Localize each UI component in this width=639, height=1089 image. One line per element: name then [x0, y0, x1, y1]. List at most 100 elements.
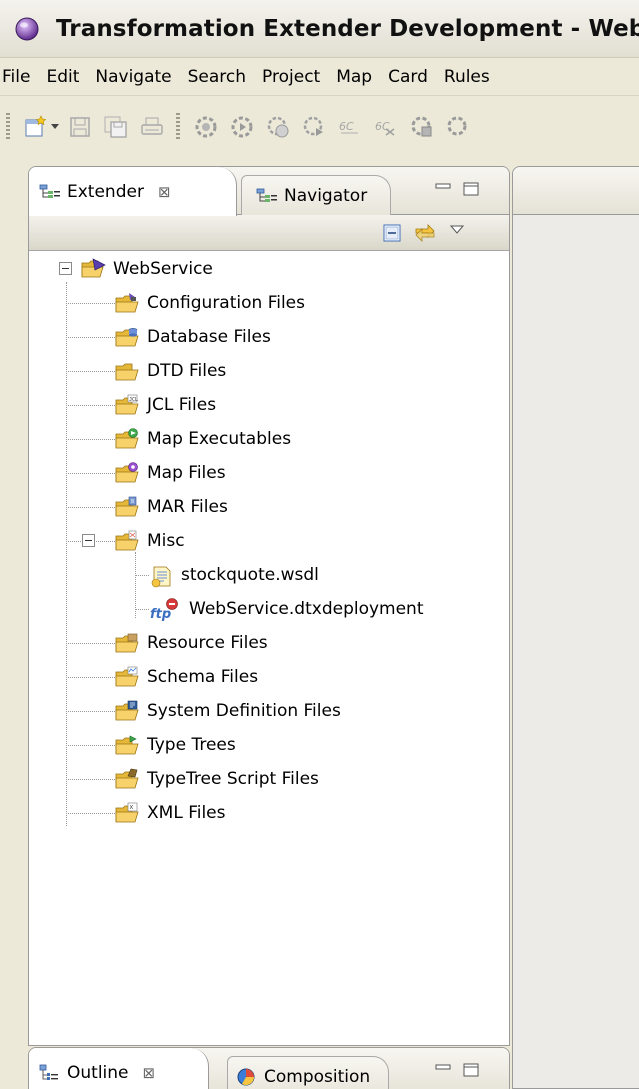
tree-item-label: MAR Files	[147, 497, 228, 517]
menu-navigate[interactable]: Navigate	[87, 67, 179, 87]
minimize-icon[interactable]	[434, 1062, 452, 1078]
tree-row-folder[interactable]: System Definition Files	[115, 694, 341, 728]
tree-row-folder[interactable]: MAR Files	[115, 490, 228, 524]
maximize-icon[interactable]	[462, 1062, 480, 1078]
save-all-icon[interactable]	[103, 114, 129, 140]
tree-row-folder[interactable]: Type Trees	[115, 728, 236, 762]
outline-view-controls	[434, 1062, 480, 1078]
tree-row-folder[interactable]: X XML Files	[115, 796, 226, 830]
tab-composition[interactable]: Composition	[227, 1056, 389, 1089]
tree-guide	[66, 303, 115, 304]
project-tree: WebService Configuration Files Database …	[29, 252, 509, 1045]
map-files-folder-icon	[115, 462, 141, 484]
minimize-icon[interactable]	[434, 181, 452, 197]
run-map-icon[interactable]	[229, 114, 255, 140]
menu-card[interactable]: Card	[380, 67, 436, 87]
tree-row-folder[interactable]: Resource Files	[115, 626, 268, 660]
tree-row-folder[interactable]: TypeTree Script Files	[115, 762, 319, 796]
compare-icon[interactable]: 6C	[337, 114, 363, 140]
tab-extender[interactable]: Extender ⊠	[29, 167, 237, 216]
maximize-icon[interactable]	[462, 181, 480, 197]
tree-item-label: Misc	[147, 531, 185, 551]
collapse-misc-icon[interactable]	[82, 534, 95, 547]
collapse-root-icon[interactable]	[59, 262, 72, 275]
tree-guide	[66, 371, 115, 372]
type-tree-folder-icon	[115, 734, 141, 756]
project-folder-icon	[81, 258, 107, 280]
editor-area[interactable]	[512, 166, 639, 1089]
tree-row-folder[interactable]: Misc	[115, 524, 185, 558]
tree-guide	[66, 473, 115, 474]
close-icon[interactable]: ⊠	[158, 183, 174, 201]
tree-row-file[interactable]: stockquote.wsdl	[149, 558, 319, 592]
menu-file[interactable]: File	[0, 67, 38, 87]
tree-row-folder[interactable]: Map Files	[115, 456, 226, 490]
wsdl-file-icon	[149, 564, 175, 588]
svg-text:6C: 6C	[339, 120, 354, 133]
typetree-script-folder-icon	[115, 768, 141, 790]
view-menu-icon[interactable]	[450, 225, 464, 235]
tab-navigator-label: Navigator	[284, 185, 368, 206]
tree-row-project[interactable]: WebService	[81, 252, 213, 286]
tree-guide	[66, 439, 115, 440]
tree-item-label: System Definition Files	[147, 701, 341, 721]
folder-icon	[115, 360, 141, 382]
tree-item-label: XML Files	[147, 803, 226, 823]
tab-outline[interactable]: Outline ⊠	[29, 1048, 209, 1089]
print-icon[interactable]	[139, 114, 165, 140]
tree-row-folder[interactable]: JCL JCL Files	[115, 388, 216, 422]
extender-tab-strip: Extender ⊠ Navigator	[29, 167, 509, 216]
tree-guide	[66, 711, 115, 712]
menu-project[interactable]: Project	[254, 67, 328, 87]
tab-outline-label: Outline	[67, 1062, 129, 1083]
tree-guide	[66, 643, 115, 644]
new-dropdown-icon[interactable]	[51, 124, 59, 130]
tree-row-folder[interactable]: Schema Files	[115, 660, 258, 694]
svg-text:JCL: JCL	[129, 397, 138, 403]
menu-rules[interactable]: Rules	[436, 67, 498, 87]
tree-row-folder[interactable]: Map Executables	[115, 422, 291, 456]
tree-row-folder[interactable]: Configuration Files	[115, 286, 305, 320]
tree-guide	[66, 337, 115, 338]
title-bar[interactable]: Transformation Extender Development - We…	[0, 0, 639, 58]
ftp-deployment-icon: ftp	[149, 598, 183, 622]
new-wizard-icon[interactable]	[23, 114, 49, 140]
tab-navigator[interactable]: Navigator	[241, 175, 391, 215]
system-definition-folder-icon	[115, 700, 141, 722]
link-with-editor-icon[interactable]	[413, 221, 437, 245]
build-all-icon[interactable]	[265, 114, 291, 140]
tree-item-label: Configuration Files	[147, 293, 305, 313]
close-icon[interactable]: ⊠	[143, 1064, 159, 1082]
xml-folder-icon: X	[115, 802, 141, 824]
tree-row-folder[interactable]: DTD Files	[115, 354, 226, 388]
main-toolbar: 6C 6C	[0, 96, 639, 158]
menu-map[interactable]: Map	[328, 67, 380, 87]
deploy-all-icon[interactable]	[445, 114, 471, 140]
build-map-icon[interactable]	[193, 114, 219, 140]
collapse-all-icon[interactable]	[382, 223, 402, 243]
map-executables-folder-icon	[115, 428, 141, 450]
extender-view: Extender ⊠ Navigator WebService Configur…	[28, 166, 510, 1046]
menu-edit[interactable]: Edit	[38, 67, 87, 87]
run-all-icon[interactable]	[301, 114, 327, 140]
svg-text:X: X	[130, 805, 134, 811]
deploy-icon[interactable]	[409, 114, 435, 140]
save-icon[interactable]	[67, 114, 93, 140]
svg-text:ftp: ftp	[150, 607, 171, 622]
outline-view: Outline ⊠ Composition	[28, 1047, 510, 1089]
tree-row-file[interactable]: ftp WebService.dtxdeployment	[149, 592, 424, 626]
schema-folder-icon	[115, 666, 141, 688]
jcl-folder-icon: JCL	[115, 394, 141, 416]
menu-search[interactable]: Search	[180, 67, 254, 87]
compare-all-icon[interactable]: 6C	[373, 114, 399, 140]
tree-item-label: Resource Files	[147, 633, 268, 653]
tree-project-label: WebService	[113, 259, 213, 279]
tree-item-label: Map Files	[147, 463, 226, 483]
tree-row-folder[interactable]: Database Files	[115, 320, 271, 354]
tree-item-label: TypeTree Script Files	[147, 769, 319, 789]
tree-guide	[66, 507, 115, 508]
tree-guide	[66, 677, 115, 678]
tab-extender-label: Extender	[67, 181, 144, 202]
tree-item-label: Type Trees	[147, 735, 236, 755]
toolbar-grip[interactable]	[6, 113, 10, 141]
